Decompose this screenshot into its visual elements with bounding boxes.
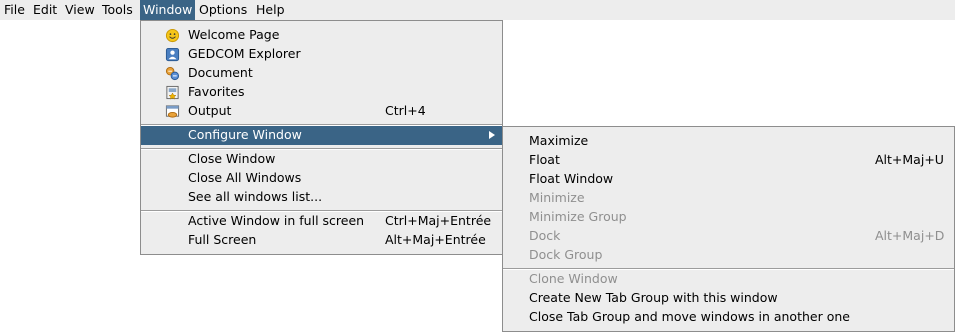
menu-item-label: GEDCOM Explorer — [188, 46, 301, 61]
menu-item-label: Close All Windows — [188, 170, 302, 185]
menu-item-label: Close Window — [188, 151, 276, 166]
menu-item-label: Maximize — [529, 133, 589, 148]
menu-item-active-window-full-screen[interactable]: Active Window in full screen Ctrl+Maj+En… — [141, 212, 502, 231]
menu-item-label: Output — [188, 103, 232, 118]
menu-item-label: Full Screen — [188, 232, 257, 247]
menu-help[interactable]: Help — [253, 0, 288, 20]
submenu-item-minimize: Minimize — [503, 189, 954, 208]
menu-item-shortcut: Ctrl+Maj+Entrée — [385, 213, 492, 228]
menu-item-welcome-page[interactable]: Welcome Page — [141, 26, 502, 45]
menu-item-configure-window[interactable]: Configure Window — [141, 126, 502, 145]
menu-item-label: Active Window in full screen — [188, 213, 365, 228]
menu-item-shortcut: Alt+Maj+D — [875, 228, 945, 243]
menu-item-label: Favorites — [188, 84, 245, 99]
submenu-item-clone-window: Clone Window — [503, 270, 954, 289]
menu-window[interactable]: Window — [140, 0, 196, 20]
smiley-icon — [165, 28, 180, 43]
menu-item-label: Dock — [529, 228, 561, 243]
menu-item-shortcut: Ctrl+4 — [385, 103, 426, 118]
output-icon — [165, 105, 180, 118]
menu-item-label: Float — [529, 152, 560, 167]
menu-item-close-all-windows[interactable]: Close All Windows — [141, 169, 502, 188]
menu-edit[interactable]: Edit — [30, 0, 60, 20]
submenu-item-create-new-tab-group[interactable]: Create New Tab Group with this window — [503, 289, 954, 308]
favorites-icon — [166, 85, 179, 100]
menu-item-label: Configure Window — [188, 127, 302, 142]
menu-item-document[interactable]: Document — [141, 64, 502, 83]
menu-item-label: Float Window — [529, 171, 614, 186]
menu-item-label: Welcome Page — [188, 27, 280, 42]
menu-item-shortcut: Alt+Maj+Entrée — [385, 232, 486, 247]
window-menu-dropdown: Welcome Page GEDCOM Explorer Document Fa… — [140, 20, 503, 255]
menu-bar: File Edit View Tools Window Options Help — [0, 0, 955, 20]
menu-item-label: Create New Tab Group with this window — [529, 290, 778, 305]
menu-item-label: Dock Group — [529, 247, 603, 262]
document-icon — [165, 66, 180, 81]
person-card-icon — [165, 47, 180, 62]
submenu-item-dock: Dock Alt+Maj+D — [503, 227, 954, 246]
menu-item-label: Minimize Group — [529, 209, 627, 224]
submenu-item-maximize[interactable]: Maximize — [503, 132, 954, 151]
submenu-item-minimize-group: Minimize Group — [503, 208, 954, 227]
menu-item-close-window[interactable]: Close Window — [141, 150, 502, 169]
menu-item-label: See all windows list... — [188, 189, 323, 204]
menu-item-shortcut: Alt+Maj+U — [875, 152, 944, 167]
submenu-item-close-tab-group[interactable]: Close Tab Group and move windows in anot… — [503, 308, 954, 327]
menu-item-label: Close Tab Group and move windows in anot… — [529, 309, 850, 324]
menu-item-label: Document — [188, 65, 253, 80]
menu-item-see-all-windows[interactable]: See all windows list... — [141, 188, 502, 207]
submenu-item-dock-group: Dock Group — [503, 246, 954, 265]
menu-item-full-screen[interactable]: Full Screen Alt+Maj+Entrée — [141, 231, 502, 250]
menu-view[interactable]: View — [62, 0, 98, 20]
menu-item-label: Minimize — [529, 190, 585, 205]
submenu-item-float-window[interactable]: Float Window — [503, 170, 954, 189]
submenu-arrow-icon — [489, 131, 495, 139]
submenu-item-float[interactable]: Float Alt+Maj+U — [503, 151, 954, 170]
menu-tools[interactable]: Tools — [99, 0, 136, 20]
menu-item-output[interactable]: Output Ctrl+4 — [141, 102, 502, 121]
menu-item-label: Clone Window — [529, 271, 618, 286]
menu-item-gedcom-explorer[interactable]: GEDCOM Explorer — [141, 45, 502, 64]
menu-file[interactable]: File — [1, 0, 28, 20]
menu-options[interactable]: Options — [196, 0, 250, 20]
configure-window-submenu: Maximize Float Alt+Maj+U Float Window Mi… — [502, 126, 955, 332]
menu-item-favorites[interactable]: Favorites — [141, 83, 502, 102]
